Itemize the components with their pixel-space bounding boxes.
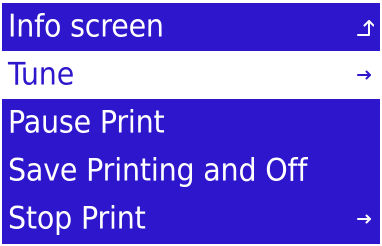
- menu-item-tune[interactable]: Tune: [2, 51, 380, 99]
- menu-item-save-printing-and-off[interactable]: Save Printing and Off: [2, 147, 380, 195]
- menu-item-pause-print[interactable]: Pause Print: [2, 99, 380, 147]
- right-arrow-icon: [354, 209, 374, 229]
- back-arrow-icon: [354, 17, 374, 37]
- menu-item-label: Save Printing and Off: [8, 152, 308, 189]
- menu-item-label: Stop Print: [8, 200, 146, 237]
- menu-item-label: Info screen: [8, 8, 164, 45]
- menu-item-stop-print[interactable]: Stop Print: [2, 195, 380, 243]
- menu-item-label: Tune: [8, 56, 75, 93]
- right-arrow-icon: [354, 65, 374, 85]
- print-menu: Info screen Tune Pause Print Save Printi…: [2, 3, 380, 244]
- menu-item-label: Pause Print: [8, 104, 165, 141]
- printer-screen: Info screen Tune Pause Print Save Printi…: [0, 0, 382, 246]
- menu-item-info-screen[interactable]: Info screen: [2, 3, 380, 51]
